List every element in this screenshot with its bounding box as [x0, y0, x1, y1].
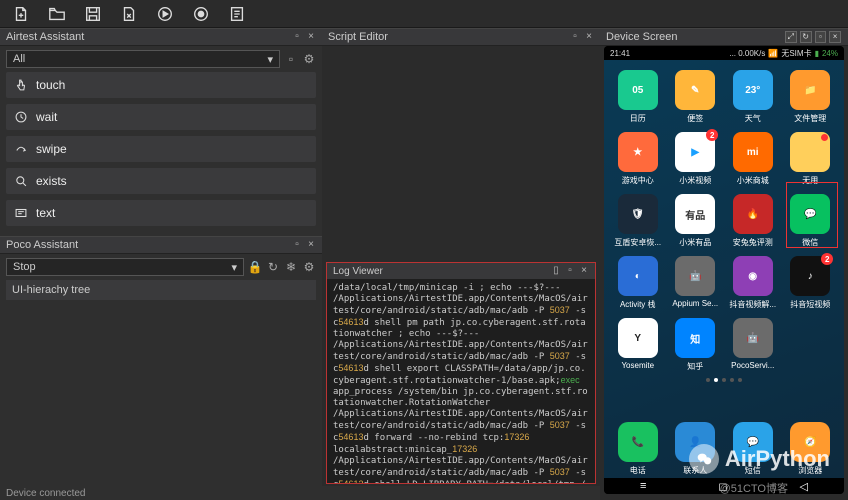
stop-icon[interactable] [192, 5, 210, 23]
airtest-cmd-wait[interactable]: wait [6, 104, 316, 130]
open-folder-icon[interactable] [48, 5, 66, 23]
poco-tree-root[interactable]: UI-hierachy tree [6, 280, 316, 300]
app-PocoServi...[interactable]: 🤖PocoServi... [727, 318, 779, 372]
undock-small-icon[interactable]: ▫ [284, 52, 298, 66]
page-indicator [612, 378, 836, 382]
app-Yosemite[interactable]: YYosemite [612, 318, 664, 372]
device-panel-controls: ⤢ ↻ ▫ × [785, 28, 845, 46]
app-小米有品[interactable]: 有品小米有品 [670, 194, 722, 248]
dock-联系人[interactable]: 👤联系人 [670, 422, 722, 476]
app-抖音短视频[interactable]: ♪2抖音短视频 [785, 256, 837, 310]
report-icon[interactable] [228, 5, 246, 23]
app-日历[interactable]: 05日历 [612, 70, 664, 124]
undock-icon[interactable]: ▫ [565, 266, 575, 276]
save-icon[interactable] [84, 5, 102, 23]
fit-icon[interactable]: ⤢ [785, 31, 797, 43]
log-viewer: Log Viewer ▯ ▫ × /data/local/tmp/minicap -… [326, 262, 596, 484]
settings-small-icon[interactable]: ⚙ [302, 52, 316, 66]
log-output[interactable]: /data/local/tmp/minicap -i ; echo ---$?-… [327, 279, 595, 483]
status-battery: 24% [822, 49, 838, 58]
battery-icon: ▮ [815, 49, 819, 58]
app-微信[interactable]: 💬微信 [785, 194, 837, 248]
app-无用[interactable]: 无用 [785, 132, 837, 186]
poco-panel-header: Poco Assistant ▫ × [0, 236, 322, 254]
poco-panel-title: Poco Assistant [6, 239, 78, 251]
status-sim: 无SIM卡 [781, 48, 811, 59]
filter-icon[interactable]: ▯ [551, 266, 561, 276]
app-小米商城[interactable]: mi小米商城 [727, 132, 779, 186]
app-安兔兔评测[interactable]: 🔥安兔兔评测 [727, 194, 779, 248]
app-抖音视频解...[interactable]: ◉抖音视频解... [727, 256, 779, 310]
ide-status-bar: Device connected [0, 486, 600, 500]
app-文件管理[interactable]: 📁文件管理 [785, 70, 837, 124]
nav-back-icon[interactable]: ◁ [800, 480, 808, 493]
undock-icon[interactable]: ▫ [292, 240, 302, 250]
close-icon[interactable]: × [306, 32, 316, 42]
run-icon[interactable] [156, 5, 174, 23]
android-navbar: ≡ ◻ ◁ [604, 478, 844, 494]
script-panel-title: Script Editor [328, 31, 388, 43]
airtest-cmd-exists[interactable]: exists [6, 168, 316, 194]
poco-panel: Stop▾ 🔒 ↻ ❄ ⚙ UI-hierachy tree [0, 254, 322, 494]
device-screen[interactable]: 21:41 ... 0.00K/s 📶 无SIM卡 ▮ 24% 05日历✎便签2… [604, 46, 844, 494]
device-panel-title: Device Screen [606, 31, 678, 43]
close-icon[interactable]: × [829, 31, 841, 43]
lock-icon[interactable]: 🔒 [248, 260, 262, 274]
refresh-icon[interactable]: ↻ [266, 260, 280, 274]
poco-mode-select[interactable]: Stop▾ [6, 258, 244, 276]
app-便签[interactable]: ✎便签 [670, 70, 722, 124]
close-icon[interactable]: × [579, 266, 589, 276]
airtest-panel: All▾ ▫ ⚙ touch wait swipe exists text [0, 46, 322, 236]
wifi-icon: 📶 [768, 49, 778, 58]
main-toolbar [0, 0, 848, 28]
close-icon[interactable]: × [306, 240, 316, 250]
rotate-icon[interactable]: ↻ [800, 31, 812, 43]
android-dock: 📞电话👤联系人💬短信🧭浏览器 [604, 414, 844, 478]
airtest-cmd-text[interactable]: text [6, 200, 316, 226]
app-小米视频[interactable]: ▶2小米视频 [670, 132, 722, 186]
android-status-bar: 21:41 ... 0.00K/s 📶 无SIM卡 ▮ 24% [604, 46, 844, 60]
app-知乎[interactable]: 知知乎 [670, 318, 722, 372]
app-Activity 栈[interactable]: ◐Activity 栈 [612, 256, 664, 310]
undock-icon[interactable]: ▫ [292, 32, 302, 42]
nav-menu-icon[interactable]: ≡ [640, 480, 646, 492]
freeze-icon[interactable]: ❄ [284, 260, 298, 274]
app-互盾安卓恢...[interactable]: 🛡互盾安卓恢... [612, 194, 664, 248]
undock-icon[interactable]: ▫ [815, 31, 827, 43]
status-time: 21:41 [610, 49, 630, 58]
script-panel-header: Script Editor ▫ × [322, 28, 600, 46]
airtest-cmd-touch[interactable]: touch [6, 72, 316, 98]
script-editor[interactable] [322, 46, 600, 261]
dock-短信[interactable]: 💬短信 [727, 422, 779, 476]
app-天气[interactable]: 23°天气 [727, 70, 779, 124]
settings-small-icon[interactable]: ⚙ [302, 260, 316, 274]
new-file-icon[interactable] [12, 5, 30, 23]
close-icon[interactable]: × [584, 32, 594, 42]
undock-icon[interactable]: ▫ [570, 32, 580, 42]
airtest-filter-select[interactable]: All▾ [6, 50, 280, 68]
airtest-panel-title: Airtest Assistant [6, 31, 84, 43]
app-游戏中心[interactable]: ★游戏中心 [612, 132, 664, 186]
status-net: ... 0.00K/s [729, 49, 765, 58]
airtest-cmd-swipe[interactable]: swipe [6, 136, 316, 162]
dock-电话[interactable]: 📞电话 [612, 422, 664, 476]
dock-浏览器[interactable]: 🧭浏览器 [785, 422, 837, 476]
log-viewer-title: Log Viewer [333, 266, 383, 277]
nav-home-icon[interactable]: ◻ [718, 480, 727, 493]
app-Appium Se...[interactable]: 🤖Appium Se... [670, 256, 722, 310]
save-as-icon[interactable] [120, 5, 138, 23]
airtest-panel-header: Airtest Assistant ▫ × [0, 28, 322, 46]
